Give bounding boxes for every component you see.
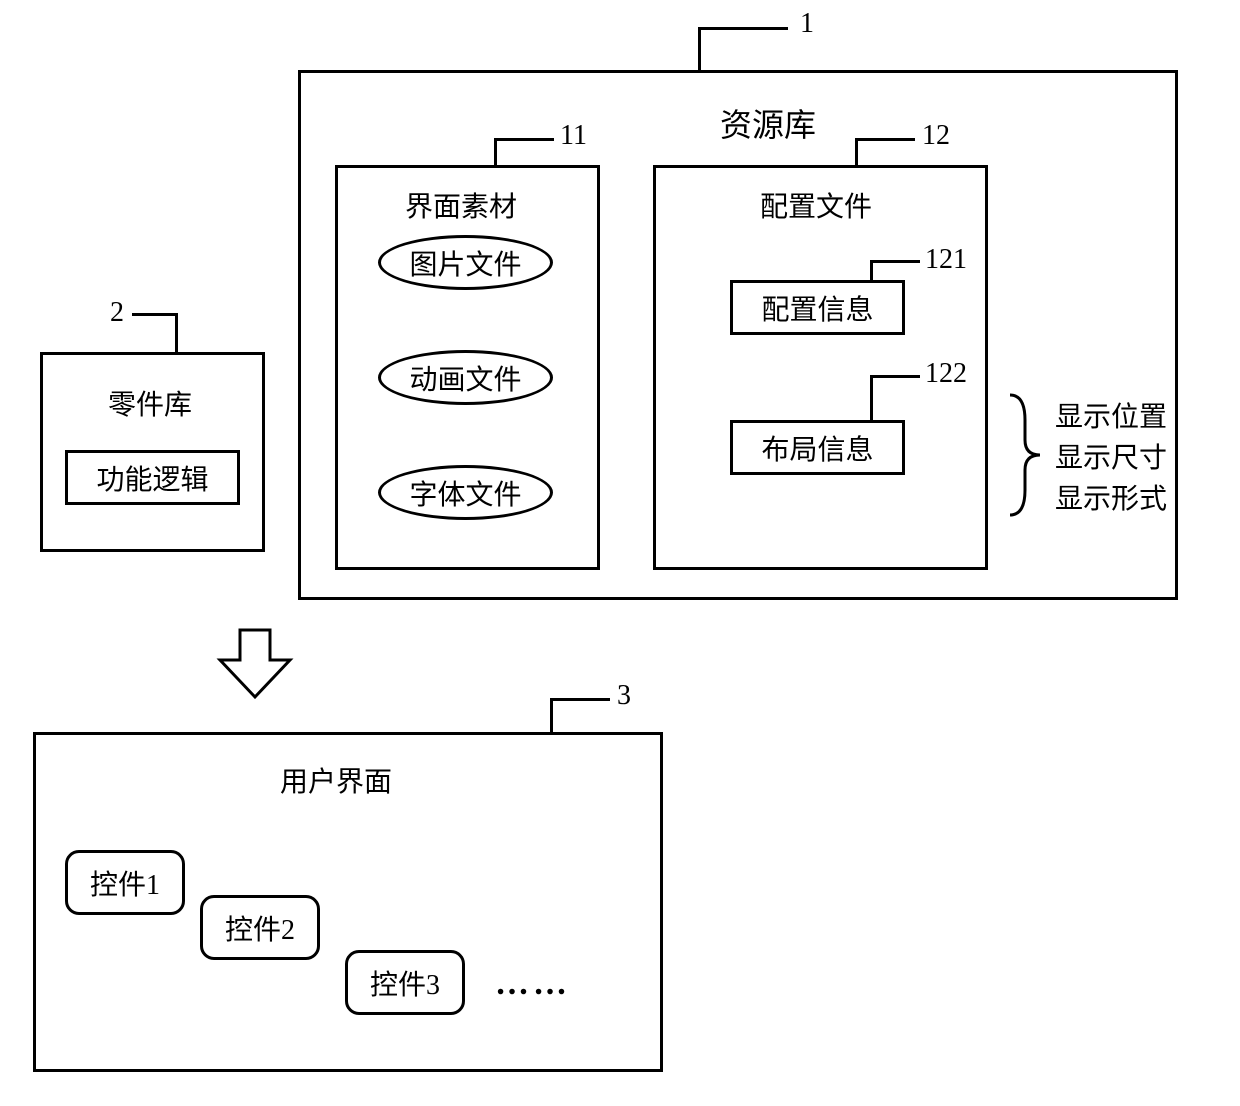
image-file-ellipse: 图片文件 <box>378 235 553 290</box>
control-3-box: 控件3 <box>345 950 465 1015</box>
brace-icon <box>1000 390 1050 520</box>
font-file-label: 字体文件 <box>409 473 521 513</box>
control-1-box: 控件1 <box>65 850 185 915</box>
control-3-label: 控件3 <box>370 963 440 1003</box>
control-2-box: 控件2 <box>200 895 320 960</box>
animation-file-label: 动画文件 <box>409 358 521 398</box>
layout-info-label: 布局信息 <box>761 428 873 468</box>
control-1-label: 控件1 <box>90 863 160 903</box>
interface-materials-title: 界面素材 <box>405 185 517 225</box>
down-arrow-icon <box>215 625 295 705</box>
config-info-label: 配置信息 <box>761 288 873 328</box>
font-file-ellipse: 字体文件 <box>378 465 553 520</box>
more-dots: …… <box>495 965 571 1003</box>
layout-detail-size: 显示尺寸 <box>1055 436 1167 476</box>
config-info-box: 配置信息 <box>730 280 905 335</box>
layout-detail-form: 显示形式 <box>1055 477 1167 517</box>
config-info-number: 121 <box>925 244 967 276</box>
layout-info-box: 布局信息 <box>730 420 905 475</box>
layout-info-number: 122 <box>925 358 967 390</box>
animation-file-ellipse: 动画文件 <box>378 350 553 405</box>
resource-library-number: 1 <box>800 8 814 40</box>
config-file-number: 12 <box>922 120 950 152</box>
function-logic-box: 功能逻辑 <box>65 450 240 505</box>
config-file-title: 配置文件 <box>760 185 872 225</box>
user-interface-title: 用户界面 <box>280 760 392 800</box>
image-file-label: 图片文件 <box>409 243 521 283</box>
user-interface-number: 3 <box>617 680 631 712</box>
resource-library-title: 资源库 <box>720 100 816 146</box>
control-2-label: 控件2 <box>225 908 295 948</box>
function-logic-label: 功能逻辑 <box>96 458 208 498</box>
parts-library-number: 2 <box>110 297 124 329</box>
parts-library-title: 零件库 <box>108 383 192 423</box>
interface-materials-number: 11 <box>560 120 587 152</box>
layout-detail-position: 显示位置 <box>1055 395 1167 435</box>
